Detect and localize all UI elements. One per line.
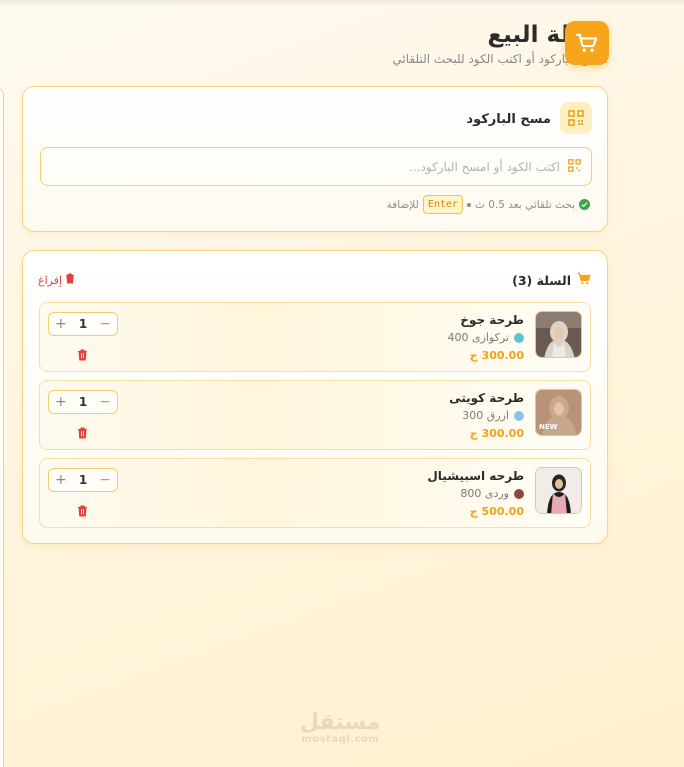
top-shadow (0, 0, 684, 6)
item-name: طرحة جوخ (460, 313, 524, 327)
product-image: NEW (535, 389, 582, 436)
hint-separator (466, 202, 471, 207)
item-name: طرحه اسبيشيال (427, 469, 524, 483)
item-variant: وردى 800 (460, 487, 524, 500)
increase-quantity-button[interactable]: + (55, 316, 67, 332)
cart-item: NEW طرحة كويتى ازرق 300 300.00 ج + 1 − (39, 380, 591, 450)
quantity-stepper: + 1 − (48, 390, 118, 414)
svg-text:NEW: NEW (539, 423, 558, 431)
cart-item: طرحة جوخ تركوازى 400 300.00 ج + 1 − (39, 302, 591, 372)
variant-color-dot (514, 410, 524, 421)
trash-icon (65, 273, 75, 287)
quantity-value: 1 (78, 317, 88, 331)
item-price: 300.00 ج (469, 427, 524, 440)
item-price: 500.00 ج (469, 505, 524, 518)
item-variant: ازرق 300 (462, 409, 524, 422)
remove-item-button[interactable] (77, 346, 88, 365)
product-image (535, 467, 582, 514)
remove-item-button[interactable] (77, 502, 88, 521)
cart-title: السلة (3) (512, 272, 571, 288)
scanner-hint: بحث تلقائي بعد 0.5 ث Enter للإضافة (387, 195, 590, 214)
item-variant: تركوازى 400 (447, 331, 524, 344)
quantity-stepper: + 1 − (48, 468, 118, 492)
increase-quantity-button[interactable]: + (55, 472, 67, 488)
enter-key-badge: Enter (422, 195, 463, 214)
check-icon (579, 199, 590, 210)
decrease-quantity-button[interactable]: − (99, 472, 111, 488)
barcode-input-placeholder: اكتب الكود أو امسح الباركود... (409, 159, 560, 174)
quantity-value: 1 (78, 473, 88, 487)
barcode-scanner-card: مسح الباركود اكتب الكود أو امسح الباركود… (22, 86, 608, 232)
quantity-value: 1 (78, 395, 88, 409)
variant-color-dot (514, 488, 524, 499)
variant-color-dot (514, 332, 524, 343)
empty-cart-button[interactable]: إفراغ (38, 273, 75, 287)
decrease-quantity-button[interactable]: − (99, 394, 111, 410)
qr-input-icon (568, 157, 581, 176)
barcode-search-input[interactable]: اكتب الكود أو امسح الباركود... (40, 147, 592, 186)
increase-quantity-button[interactable]: + (55, 394, 67, 410)
qr-code-icon (560, 102, 592, 134)
left-panel-edge (0, 88, 4, 767)
quantity-stepper: + 1 − (48, 312, 118, 336)
item-price: 300.00 ج (469, 349, 524, 362)
cart-card: السلة (3) إفراغ طرحة جوخ تركوازى 400 300… (22, 250, 608, 544)
variant-label: تركوازى 400 (447, 331, 509, 344)
cart-icon (565, 21, 609, 65)
watermark-arabic: مستقل (300, 710, 381, 735)
watermark-domain: mostaql.com (301, 734, 380, 745)
cart-small-icon (577, 272, 591, 288)
hint-auto-search: بحث تلقائي بعد 0.5 ث (474, 198, 575, 211)
hint-add: للإضافة (386, 198, 419, 211)
scanner-title: مسح الباركود (466, 112, 551, 127)
product-image (535, 311, 582, 358)
cart-header: السلة (3) (512, 272, 591, 288)
decrease-quantity-button[interactable]: − (99, 316, 111, 332)
empty-cart-label: إفراغ (38, 273, 63, 287)
item-name: طرحة كويتى (449, 391, 524, 405)
remove-item-button[interactable] (77, 424, 88, 443)
watermark-logo: مستقل mostaql.com (300, 710, 381, 746)
variant-label: ازرق 300 (462, 409, 509, 422)
variant-label: وردى 800 (460, 487, 509, 500)
cart-item: طرحه اسبيشيال وردى 800 500.00 ج + 1 − (39, 458, 591, 528)
